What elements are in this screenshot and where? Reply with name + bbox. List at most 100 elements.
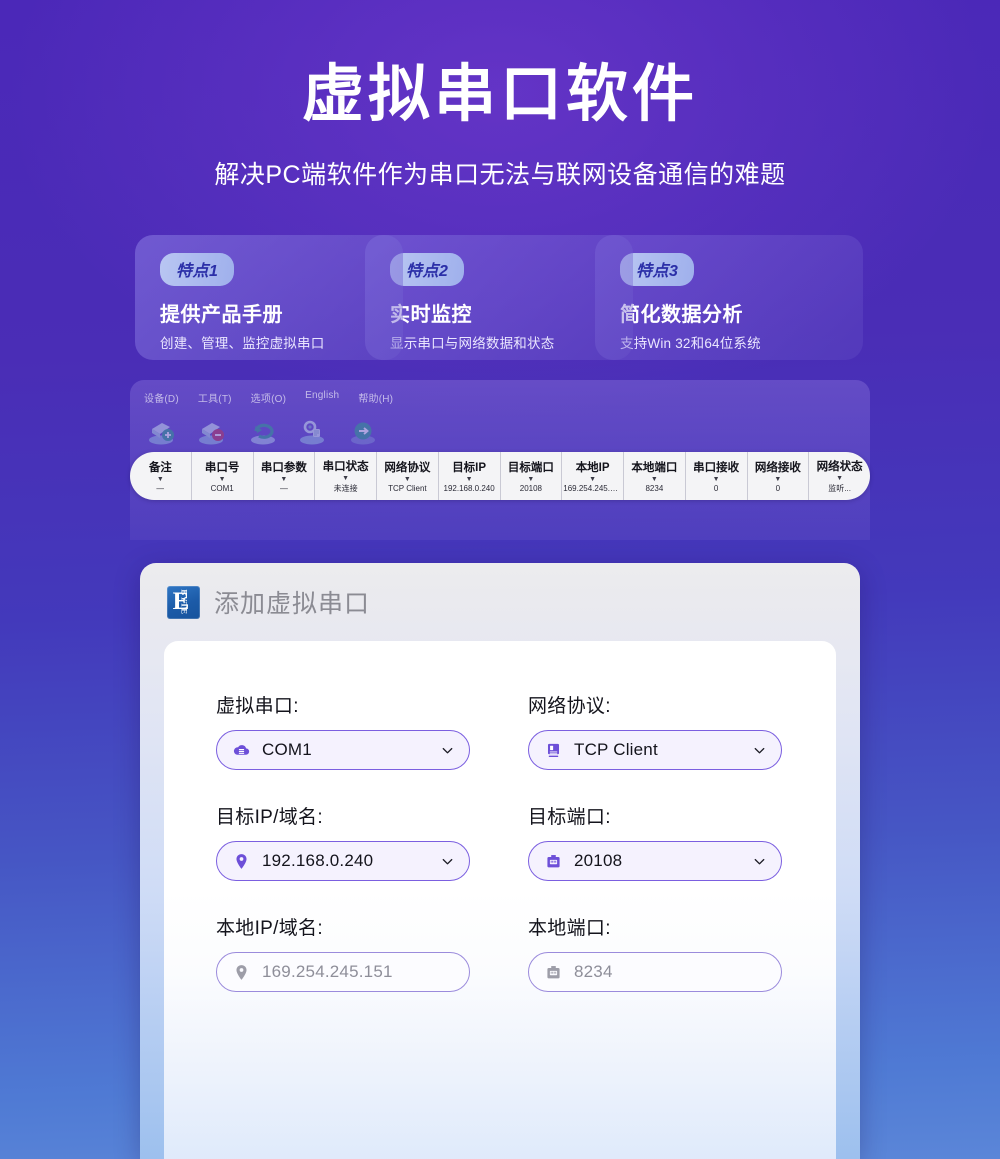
menu-bar: 设备(D) 工具(T) 选项(O) English 帮助(H) [130,380,870,405]
column-header: 串口接收 [693,462,740,474]
start-icon[interactable] [346,417,380,447]
column-value: 20108 [519,484,542,493]
hero-section: 虚拟串口软件 解决PC端软件作为串口无法与联网设备通信的难题 [0,0,1000,191]
sort-arrow-icon: ▼ [465,476,473,483]
field-value: 192.168.0.240 [262,851,374,870]
chevron-down-icon[interactable] [440,743,455,758]
column-value: TCP Client [388,484,427,493]
page-subtitle: 解决PC端软件作为串口无法与联网设备通信的难题 [214,161,786,190]
dialog-title: 添加虚拟串口 [214,590,371,618]
field-value: COM1 [262,740,312,759]
remove-device-icon[interactable] [196,417,230,447]
virtual-serial-port-select[interactable]: COM1 [216,730,470,770]
sort-arrow-icon: ▼ [218,476,226,483]
field-target-ip: 目标IP/域名: 192.168.0.240 [216,802,470,881]
sort-arrow-icon: ▼ [156,476,164,483]
logo-wordmark: BYTE [179,589,190,615]
ebyte-logo: E BYTE [167,585,200,619]
field-value: TCP Client [574,740,658,759]
field-label: 虚拟串口: [216,696,299,717]
column-value: 192.168.0.240 [443,484,495,493]
chevron-down-icon[interactable] [440,854,455,869]
column-value: 监听... [828,484,851,493]
table-column-port-params[interactable]: 串口参数 ▼ — [254,452,316,500]
column-value: 169.254.245.151 [563,484,622,493]
table-column-port-number[interactable]: 串口号 ▼ COM1 [192,452,254,500]
sort-arrow-icon: ▼ [342,475,350,482]
feature-description: 创建、管理、监控虚拟串口 [160,336,325,351]
column-value: 0 [775,484,781,493]
table-column-target-ip[interactable]: 目标IP ▼ 192.168.0.240 [439,452,501,500]
menu-item-tools[interactable]: 工具(T) [198,390,232,405]
column-header: 网络接收 [754,462,801,474]
dialog-header: E BYTE 添加虚拟串口 [140,563,860,641]
table-column-local-ip[interactable]: 本地IP ▼ 169.254.245.151 [562,452,624,500]
monitor-icon [547,743,560,757]
feature-description: 支持Win 32和64位系统 [620,336,761,351]
target-ip-select[interactable]: 192.168.0.240 [216,841,470,881]
column-value: — [279,484,288,493]
feature-card-2: 特点2 实时监控 显示串口与网络数据和状态 [365,235,633,360]
toolbar [130,405,870,447]
chevron-down-icon[interactable] [752,854,767,869]
feature-card-1: 特点1 提供产品手册 创建、管理、监控虚拟串口 [135,235,403,360]
chevron-down-icon[interactable] [752,743,767,758]
sort-arrow-icon: ▼ [836,475,844,482]
settings-icon[interactable] [296,417,330,447]
column-header: 串口号 [204,462,240,474]
field-network-protocol: 网络协议: TCP Client [528,691,782,770]
feature-title: 实时监控 [390,304,472,326]
field-value: 169.254.245.151 [262,962,393,981]
form-grid: 虚拟串口: COM1 网络协议: TCP Client 目标IP/域名: 192… [216,691,784,1024]
field-target-port: 目标端口: 20108 [528,802,782,881]
field-value: 8234 [574,962,613,981]
field-local-port: 本地端口: 8234 [528,913,782,992]
table-column-target-port[interactable]: 目标端口 ▼ 20108 [501,452,563,500]
table-column-network-rx[interactable]: 网络接收 ▼ 0 [748,452,810,500]
table-column-remark[interactable]: 备注 ▼ — [130,452,192,500]
field-local-ip: 本地IP/域名: 169.254.245.151 [216,913,470,992]
feature-badge: 特点1 [160,253,235,286]
sort-arrow-icon: ▼ [403,476,411,483]
column-header: 网络协议 [384,462,431,474]
sort-arrow-icon: ▼ [650,476,658,483]
column-value: COM1 [210,484,234,493]
column-value: 0 [713,484,719,493]
table-column-network-protocol[interactable]: 网络协议 ▼ TCP Client [377,452,439,500]
table-column-port-status[interactable]: 串口状态 ▼ 未连接 [315,452,377,500]
target-port-select[interactable]: 20108 [528,841,782,881]
sort-arrow-icon: ▼ [280,476,288,483]
field-label: 目标IP/域名: [216,807,323,828]
location-pin-icon [236,853,247,869]
table-column-serial-rx[interactable]: 串口接收 ▼ 0 [686,452,748,500]
column-header: 本地IP [575,462,610,474]
device-table-header: 备注 ▼ — 串口号 ▼ COM1 串口参数 ▼ — 串口状态 ▼ 未连接 网络… [130,452,870,500]
sort-arrow-icon: ▼ [774,476,782,483]
local-port-input: 8234 [528,952,782,992]
menu-item-help[interactable]: 帮助(H) [358,390,393,405]
menu-item-options[interactable]: 选项(O) [251,390,286,405]
field-label: 网络协议: [528,696,611,717]
column-header: 目标端口 [507,462,554,474]
field-label: 本地端口: [528,918,611,939]
column-value: 8234 [645,484,664,493]
column-value: — [156,484,165,493]
feature-description: 显示串口与网络数据和状态 [390,336,555,351]
network-protocol-select[interactable]: TCP Client [528,730,782,770]
table-column-network-status[interactable]: 网络状态 ▼ 监听... [809,452,870,500]
menu-item-device[interactable]: 设备(D) [144,390,179,405]
menu-item-english[interactable]: English [305,390,339,405]
field-value: 20108 [574,851,623,870]
add-virtual-serial-port-dialog: E BYTE 添加虚拟串口 虚拟串口: COM1 网络协议: TCP Clien [140,563,860,1159]
feature-card-3: 特点3 简化数据分析 支持Win 32和64位系统 [595,235,863,360]
sort-arrow-icon: ▼ [527,476,535,483]
table-column-local-port[interactable]: 本地端口 ▼ 8234 [624,452,686,500]
local-ip-input: 169.254.245.151 [216,952,470,992]
ethernet-port-icon [547,965,560,978]
refresh-icon[interactable] [246,417,280,447]
column-header: 备注 [148,462,172,474]
field-label: 目标端口: [528,807,611,828]
sort-arrow-icon: ▼ [712,476,720,483]
location-pin-icon [236,964,247,980]
add-device-icon[interactable] [146,417,180,447]
